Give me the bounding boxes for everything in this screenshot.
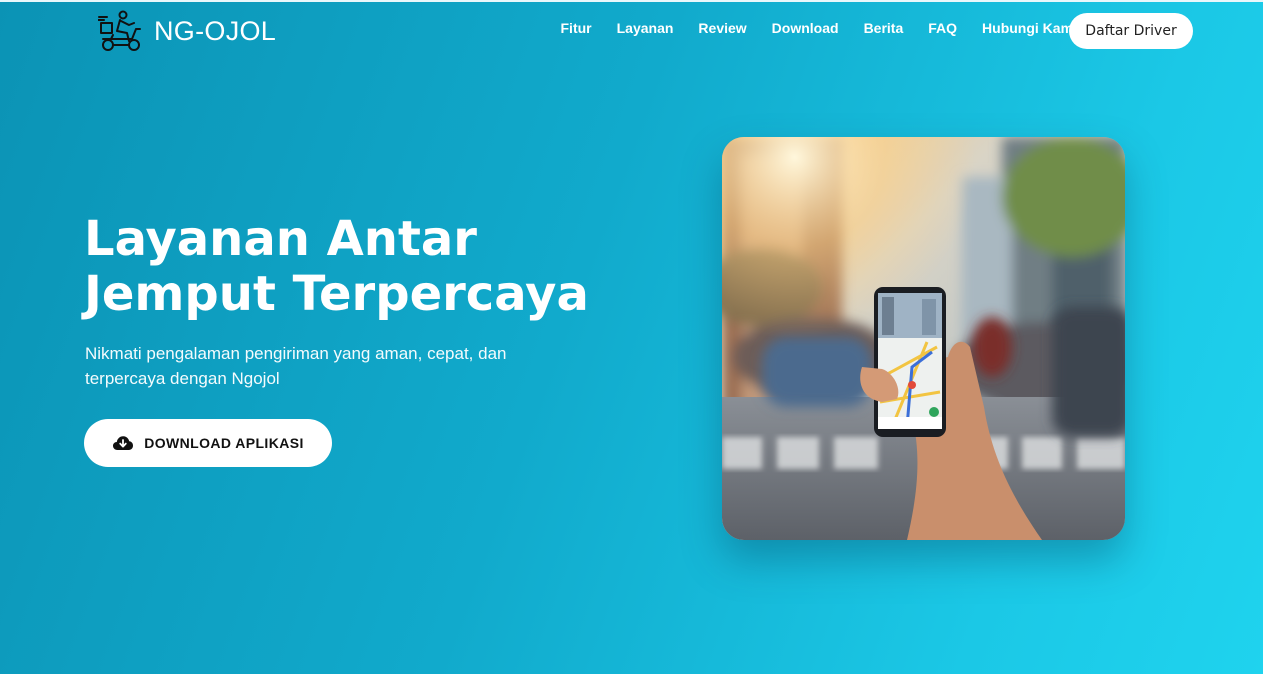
scooter-courier-icon [98,10,141,51]
brand-name: NG-OJOL [154,15,277,46]
download-app-label: DOWNLOAD APLIKASI [144,435,304,451]
brand-logo[interactable]: NG-OJOL [98,9,276,53]
nav-link-hubungi-kami[interactable]: Hubungi Kami [982,20,1077,36]
nav-link-download[interactable]: Download [772,20,839,36]
cloud-download-icon [113,436,134,450]
nav-link-faq[interactable]: FAQ [928,20,957,36]
navbar: NG-OJOL Fitur Layanan Review Download Be… [0,0,1263,62]
nav-link-berita[interactable]: Berita [864,20,904,36]
hero-subtitle: Nikmati pengalaman pengiriman yang aman,… [85,344,507,388]
nav-link-layanan[interactable]: Layanan [617,20,674,36]
download-app-button[interactable]: DOWNLOAD APLIKASI [84,419,332,467]
nav-link-review[interactable]: Review [698,20,746,36]
phone-map-street-photo [722,137,1125,540]
main-menu: Fitur Layanan Review Download Berita FAQ… [548,20,1089,36]
hero-image [722,137,1125,540]
hero-title: Layanan Antar Jemput Terpercaya [84,211,589,322]
nav-link-fitur[interactable]: Fitur [561,20,592,36]
daftar-driver-button[interactable]: Daftar Driver [1069,13,1193,49]
